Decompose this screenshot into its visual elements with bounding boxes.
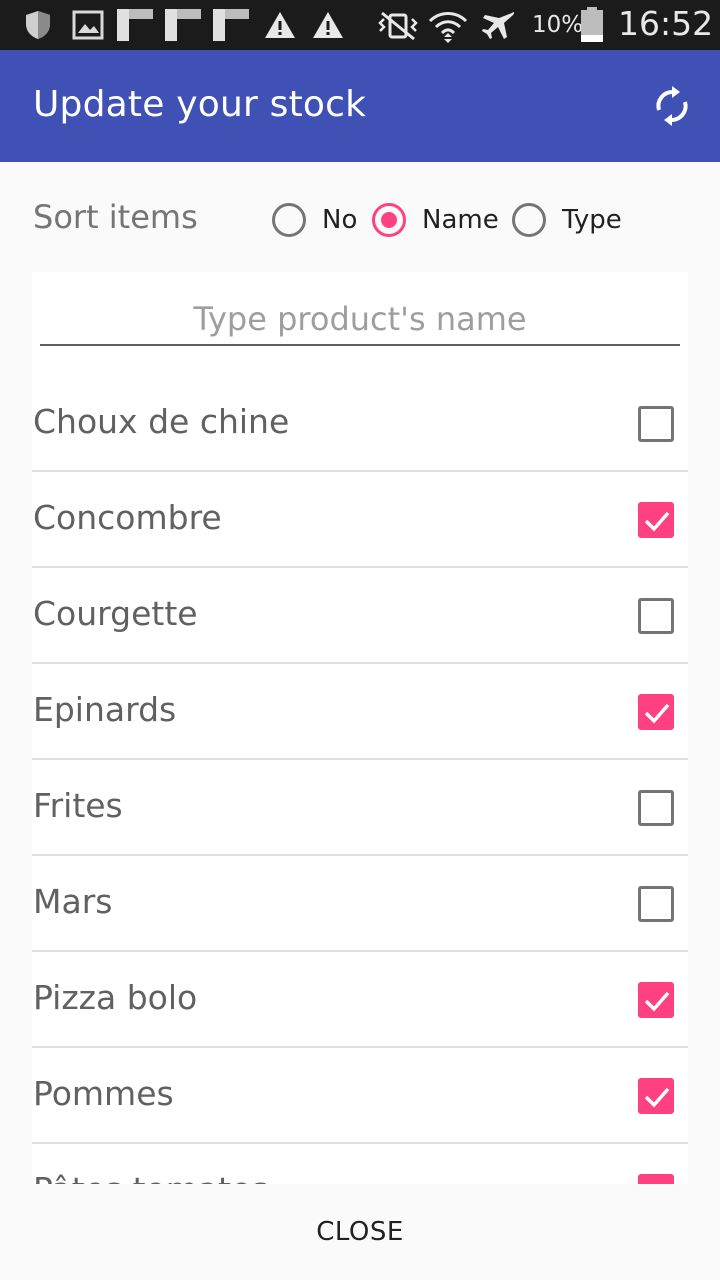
- product-name: Pâtes tomates: [33, 1170, 269, 1184]
- checkmark-icon: [644, 511, 670, 532]
- product-list[interactable]: Choux de chine Concombre Courgette Epinards…: [32, 376, 688, 1184]
- product-name: Choux de chine: [33, 402, 290, 441]
- app-icon: [165, 9, 201, 41]
- checkbox-icon[interactable]: [638, 886, 674, 922]
- radio-button-icon[interactable]: [512, 203, 546, 237]
- app-bar: Update your stock: [0, 50, 720, 162]
- app-icon: [117, 9, 153, 41]
- product-name: Frites: [33, 786, 123, 825]
- list-item[interactable]: Choux de chine: [32, 376, 688, 472]
- product-name: Pommes: [33, 1074, 174, 1113]
- close-button[interactable]: CLOSE: [280, 1196, 440, 1268]
- checkbox-checked-icon[interactable]: [638, 502, 674, 538]
- radio-button-icon[interactable]: [272, 203, 306, 237]
- product-name: Courgette: [33, 594, 198, 633]
- product-name: Concombre: [33, 498, 222, 537]
- product-name: Epinards: [33, 690, 177, 729]
- checkbox-icon[interactable]: [638, 598, 674, 634]
- radio-button-selected-icon[interactable]: [372, 203, 406, 237]
- list-item[interactable]: Pizza bolo: [32, 952, 688, 1048]
- warning-icon: [265, 12, 295, 38]
- vibrate-icon: [378, 11, 418, 41]
- radio-label: Name: [422, 205, 499, 235]
- list-item[interactable]: Courgette: [32, 568, 688, 664]
- radio-label: Type: [562, 205, 622, 235]
- page-title: Update your stock: [33, 84, 367, 125]
- shield-icon: [26, 11, 50, 39]
- airplane-icon: [482, 12, 515, 39]
- product-name: Pizza bolo: [33, 978, 198, 1017]
- checkmark-icon: [666, 1183, 667, 1184]
- sort-label: Sort items: [33, 198, 198, 236]
- checkbox-checked-icon[interactable]: [638, 694, 674, 730]
- clock: 16:52: [618, 4, 714, 43]
- list-item[interactable]: Concombre: [32, 472, 688, 568]
- sort-option-name[interactable]: Name: [372, 198, 499, 242]
- refresh-icon[interactable]: [652, 86, 692, 126]
- list-item[interactable]: Frites: [32, 760, 688, 856]
- app-icon: [213, 9, 249, 41]
- checkmark-icon: [644, 1087, 670, 1108]
- checkmark-icon: [644, 991, 670, 1012]
- list-item[interactable]: Pommes: [32, 1048, 688, 1144]
- checkbox-checked-icon[interactable]: [638, 1174, 674, 1184]
- image-icon: [72, 10, 104, 40]
- checkbox-checked-icon[interactable]: [638, 1078, 674, 1114]
- battery-icon: [581, 7, 603, 42]
- warning-icon: [313, 12, 343, 38]
- checkmark-icon: [644, 703, 670, 724]
- radio-label: No: [322, 205, 358, 235]
- product-name: Mars: [33, 882, 113, 921]
- checkbox-checked-icon[interactable]: [638, 982, 674, 1018]
- checkbox-icon[interactable]: [638, 790, 674, 826]
- wifi-icon: [428, 12, 468, 43]
- checkbox-icon[interactable]: [638, 406, 674, 442]
- sort-option-type[interactable]: Type: [512, 198, 622, 242]
- search-input[interactable]: [40, 294, 680, 346]
- list-item[interactable]: Mars: [32, 856, 688, 952]
- status-bar: 10% 16:52: [0, 0, 720, 50]
- battery-percent: 10%: [532, 12, 584, 38]
- list-item[interactable]: Pâtes tomates: [32, 1144, 688, 1184]
- sort-option-no[interactable]: No: [272, 198, 357, 242]
- list-item[interactable]: Epinards: [32, 664, 688, 760]
- product-panel: Choux de chine Concombre Courgette Epinards…: [32, 272, 688, 1184]
